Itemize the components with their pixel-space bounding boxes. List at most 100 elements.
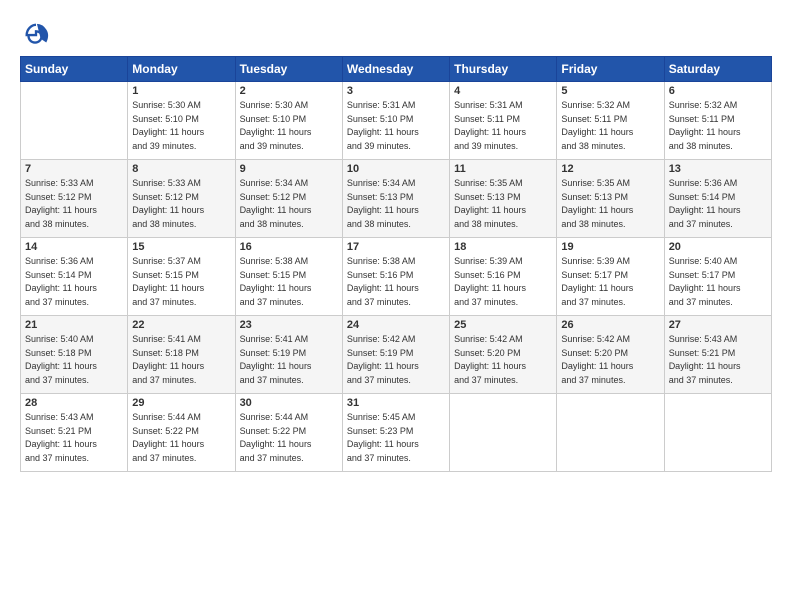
- day-number: 5: [561, 85, 659, 97]
- calendar-cell: [450, 394, 557, 472]
- calendar-cell: 4Sunrise: 5:31 AM Sunset: 5:11 PM Daylig…: [450, 82, 557, 160]
- day-info: Sunrise: 5:41 AM Sunset: 5:18 PM Dayligh…: [132, 333, 230, 387]
- day-number: 14: [25, 241, 123, 253]
- calendar-cell: 16 Sunrise: 5:38 AM Sunset: 5:15 PM Dayli…: [235, 238, 342, 316]
- day-number: 27: [669, 319, 767, 331]
- calendar-cell: 10 Sunrise: 5:34 AM Sunset: 5:13 PM Dayli…: [342, 160, 449, 238]
- calendar-cell: 31 Sunrise: 5:45 AM Sunset: 5:23 PM Dayli…: [342, 394, 449, 472]
- day-number: 7: [25, 163, 123, 175]
- day-number: 25: [454, 319, 552, 331]
- header-cell-sunday: Sunday: [21, 57, 128, 82]
- logo: [20, 22, 50, 50]
- calendar-cell: 5Sunrise: 5:32 AM Sunset: 5:11 PM Daylig…: [557, 82, 664, 160]
- day-info: Sunrise: 5:34 AM Sunset: 5:12 PM Dayligh…: [240, 177, 338, 231]
- calendar-cell: 23 Sunrise: 5:41 AM Sunset: 5:19 PM Dayli…: [235, 316, 342, 394]
- day-number: 15: [132, 241, 230, 253]
- calendar-cell: 26 Sunrise: 5:42 AM Sunset: 5:20 PM Dayli…: [557, 316, 664, 394]
- day-number: 16: [240, 241, 338, 253]
- day-info: Sunrise: 5:38 AM Sunset: 5:16 PM Dayligh…: [347, 255, 445, 309]
- calendar-cell: 15Sunrise: 5:37 AM Sunset: 5:15 PM Dayli…: [128, 238, 235, 316]
- calendar-cell: 19 Sunrise: 5:39 AM Sunset: 5:17 PM Dayli…: [557, 238, 664, 316]
- day-info: Sunrise: 5:36 AM Sunset: 5:14 PM Dayligh…: [25, 255, 123, 309]
- week-row-4: 21 Sunrise: 5:40 AM Sunset: 5:18 PM Dayli…: [21, 316, 772, 394]
- day-number: 19: [561, 241, 659, 253]
- day-number: 3: [347, 85, 445, 97]
- day-info: Sunrise: 5:35 AM Sunset: 5:13 PM Dayligh…: [561, 177, 659, 231]
- day-number: 20: [669, 241, 767, 253]
- logo-icon: [22, 22, 50, 50]
- calendar-cell: 3 Sunrise: 5:31 AM Sunset: 5:10 PM Daylig…: [342, 82, 449, 160]
- day-number: 29: [132, 397, 230, 409]
- day-info: Sunrise: 5:32 AM Sunset: 5:11 PM Dayligh…: [669, 99, 767, 153]
- day-info: Sunrise: 5:40 AM Sunset: 5:18 PM Dayligh…: [25, 333, 123, 387]
- day-number: 8: [132, 163, 230, 175]
- calendar-cell: 27 Sunrise: 5:43 AM Sunset: 5:21 PM Dayli…: [664, 316, 771, 394]
- calendar-body: 1 Sunrise: 5:30 AM Sunset: 5:10 PM Daylig…: [21, 82, 772, 472]
- day-number: 18: [454, 241, 552, 253]
- calendar-cell: 17 Sunrise: 5:38 AM Sunset: 5:16 PM Dayli…: [342, 238, 449, 316]
- day-number: 2: [240, 85, 338, 97]
- calendar-cell: 21 Sunrise: 5:40 AM Sunset: 5:18 PM Dayli…: [21, 316, 128, 394]
- day-info: Sunrise: 5:30 AM Sunset: 5:10 PM Dayligh…: [132, 99, 230, 153]
- day-number: 31: [347, 397, 445, 409]
- day-info: Sunrise: 5:42 AM Sunset: 5:20 PM Dayligh…: [561, 333, 659, 387]
- day-number: 11: [454, 163, 552, 175]
- day-number: 12: [561, 163, 659, 175]
- calendar-header-row: SundayMondayTuesdayWednesdayThursdayFrid…: [21, 57, 772, 82]
- calendar-cell: 22 Sunrise: 5:41 AM Sunset: 5:18 PM Dayli…: [128, 316, 235, 394]
- day-info: Sunrise: 5:39 AM Sunset: 5:17 PM Dayligh…: [561, 255, 659, 309]
- calendar-page: SundayMondayTuesdayWednesdayThursdayFrid…: [0, 0, 792, 612]
- calendar-cell: 8 Sunrise: 5:33 AM Sunset: 5:12 PM Daylig…: [128, 160, 235, 238]
- day-number: 21: [25, 319, 123, 331]
- day-number: 22: [132, 319, 230, 331]
- header-cell-saturday: Saturday: [664, 57, 771, 82]
- day-info: Sunrise: 5:41 AM Sunset: 5:19 PM Dayligh…: [240, 333, 338, 387]
- day-number: 9: [240, 163, 338, 175]
- week-row-3: 14 Sunrise: 5:36 AM Sunset: 5:14 PM Dayli…: [21, 238, 772, 316]
- day-number: 10: [347, 163, 445, 175]
- day-info: Sunrise: 5:36 AM Sunset: 5:14 PM Dayligh…: [669, 177, 767, 231]
- calendar-cell: 30Sunrise: 5:44 AM Sunset: 5:22 PM Dayli…: [235, 394, 342, 472]
- day-info: Sunrise: 5:43 AM Sunset: 5:21 PM Dayligh…: [669, 333, 767, 387]
- day-info: Sunrise: 5:38 AM Sunset: 5:15 PM Dayligh…: [240, 255, 338, 309]
- day-info: Sunrise: 5:45 AM Sunset: 5:23 PM Dayligh…: [347, 411, 445, 465]
- day-info: Sunrise: 5:30 AM Sunset: 5:10 PM Dayligh…: [240, 99, 338, 153]
- day-info: Sunrise: 5:42 AM Sunset: 5:19 PM Dayligh…: [347, 333, 445, 387]
- calendar-cell: 1 Sunrise: 5:30 AM Sunset: 5:10 PM Daylig…: [128, 82, 235, 160]
- day-number: 1: [132, 85, 230, 97]
- day-info: Sunrise: 5:39 AM Sunset: 5:16 PM Dayligh…: [454, 255, 552, 309]
- calendar-cell: 12 Sunrise: 5:35 AM Sunset: 5:13 PM Dayli…: [557, 160, 664, 238]
- calendar-cell: [664, 394, 771, 472]
- day-info: Sunrise: 5:40 AM Sunset: 5:17 PM Dayligh…: [669, 255, 767, 309]
- calendar-cell: 13 Sunrise: 5:36 AM Sunset: 5:14 PM Dayli…: [664, 160, 771, 238]
- day-number: 23: [240, 319, 338, 331]
- day-info: Sunrise: 5:33 AM Sunset: 5:12 PM Dayligh…: [132, 177, 230, 231]
- day-info: Sunrise: 5:44 AM Sunset: 5:22 PM Dayligh…: [240, 411, 338, 465]
- calendar-cell: 29Sunrise: 5:44 AM Sunset: 5:22 PM Dayli…: [128, 394, 235, 472]
- calendar-cell: 7Sunrise: 5:33 AM Sunset: 5:12 PM Daylig…: [21, 160, 128, 238]
- calendar-cell: [21, 82, 128, 160]
- header-cell-friday: Friday: [557, 57, 664, 82]
- day-info: Sunrise: 5:42 AM Sunset: 5:20 PM Dayligh…: [454, 333, 552, 387]
- day-info: Sunrise: 5:31 AM Sunset: 5:11 PM Dayligh…: [454, 99, 552, 153]
- calendar-cell: 25 Sunrise: 5:42 AM Sunset: 5:20 PM Dayli…: [450, 316, 557, 394]
- calendar-cell: 14 Sunrise: 5:36 AM Sunset: 5:14 PM Dayli…: [21, 238, 128, 316]
- week-row-2: 7 Sunrise: 5:33 AM Sunset: 5:12 PM Daylig…: [21, 160, 772, 238]
- header-cell-monday: Monday: [128, 57, 235, 82]
- day-number: 24: [347, 319, 445, 331]
- calendar-cell: 24 Sunrise: 5:42 AM Sunset: 5:19 PM Dayli…: [342, 316, 449, 394]
- day-number: 13: [669, 163, 767, 175]
- calendar-cell: 6Sunrise: 5:32 AM Sunset: 5:11 PM Daylig…: [664, 82, 771, 160]
- day-info: Sunrise: 5:34 AM Sunset: 5:13 PM Dayligh…: [347, 177, 445, 231]
- calendar-cell: 18 Sunrise: 5:39 AM Sunset: 5:16 PM Dayli…: [450, 238, 557, 316]
- day-info: Sunrise: 5:43 AM Sunset: 5:21 PM Dayligh…: [25, 411, 123, 465]
- calendar-cell: [557, 394, 664, 472]
- header-cell-tuesday: Tuesday: [235, 57, 342, 82]
- day-info: Sunrise: 5:31 AM Sunset: 5:10 PM Dayligh…: [347, 99, 445, 153]
- week-row-1: 1 Sunrise: 5:30 AM Sunset: 5:10 PM Daylig…: [21, 82, 772, 160]
- day-info: Sunrise: 5:35 AM Sunset: 5:13 PM Dayligh…: [454, 177, 552, 231]
- calendar-cell: 20 Sunrise: 5:40 AM Sunset: 5:17 PM Dayli…: [664, 238, 771, 316]
- day-number: 17: [347, 241, 445, 253]
- header: [20, 18, 772, 50]
- day-number: 26: [561, 319, 659, 331]
